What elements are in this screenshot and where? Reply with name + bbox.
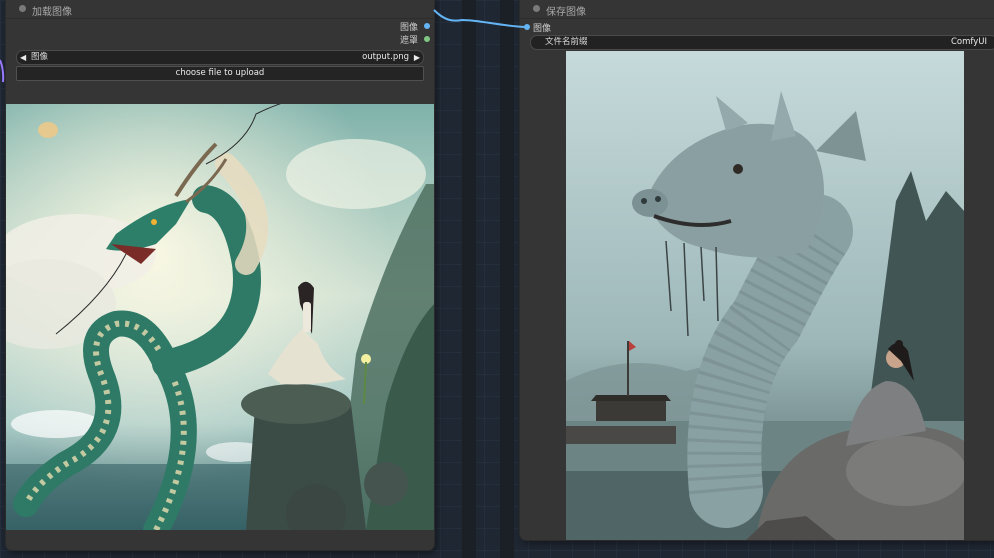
connection-wire xyxy=(0,9,527,83)
